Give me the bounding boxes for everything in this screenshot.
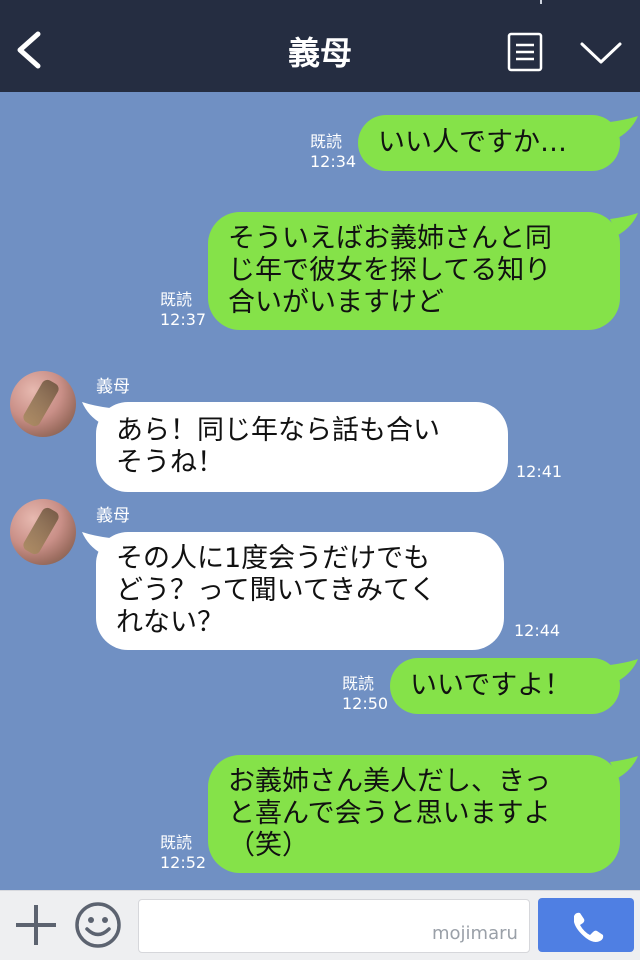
read-receipt: 既読 [310, 132, 343, 151]
message-text: あら！同じ年なら話も合い そうね！ [116, 415, 440, 478]
message-bubble[interactable]: その人に1度会うだけでも どう？って聞いてきみてく れない？ [96, 532, 504, 650]
message-meta: 既読 12:50 [342, 674, 388, 714]
read-receipt: 既読 [160, 833, 193, 852]
message-text: そういえばお義姉さんと同 じ年で彼女を探してる知り 合いがいますけど [228, 223, 552, 318]
message-bubble[interactable]: お義姉さん美人だし、きっ と喜んで会うと思いますよ （笑） [208, 755, 620, 873]
sender-name: 義母 [96, 506, 130, 526]
phone-icon [574, 912, 604, 942]
message-text: いい人ですか… [378, 127, 567, 158]
message-meta: 既読 12:52 [160, 833, 206, 873]
avatar[interactable] [10, 371, 76, 437]
message-text: その人に1度会うだけでも どう？って聞いてきみてく れない？ [116, 543, 437, 638]
message-time: 12:50 [342, 694, 389, 713]
message-composer: mojimaru [0, 890, 640, 960]
message-bubble[interactable]: そういえばお義姉さんと同 じ年で彼女を探してる知り 合いがいますけど [208, 212, 620, 330]
message-text: いいですよ！ [410, 670, 572, 701]
message-meta: 既読 12:34 [310, 132, 356, 172]
message-bubble[interactable]: あら！同じ年なら話も合い そうね！ [96, 402, 508, 492]
chat-area[interactable]: 既読 12:34 いい人ですか… 既読 12:37 そういえばお義姉さんと同 じ… [0, 0, 640, 890]
avatar[interactable] [10, 499, 76, 565]
message-text: お義姉さん美人だし、きっ と喜んで会うと思いますよ （笑） [228, 766, 551, 861]
watermark-text: mojimaru [432, 923, 518, 944]
call-button[interactable] [538, 898, 634, 952]
bubble-tail [610, 116, 638, 138]
message-time: 12:44 [514, 621, 561, 640]
message-time: 12:52 [160, 853, 207, 872]
message-time: 12:34 [310, 152, 357, 171]
bubble-tail [610, 659, 638, 681]
smiley-icon[interactable] [74, 901, 122, 949]
sender-name: 義母 [96, 377, 130, 397]
read-receipt: 既読 [160, 290, 193, 309]
bubble-tail [610, 213, 638, 235]
message-meta: 既読 12:37 [160, 290, 206, 330]
plus-icon[interactable] [14, 903, 58, 947]
bubble-tail [610, 756, 638, 778]
read-receipt: 既読 [342, 674, 375, 693]
message-time: 12:41 [516, 462, 563, 481]
message-bubble[interactable]: いい人ですか… [358, 115, 620, 171]
message-bubble[interactable]: いいですよ！ [390, 658, 620, 714]
message-time: 12:37 [160, 310, 207, 329]
